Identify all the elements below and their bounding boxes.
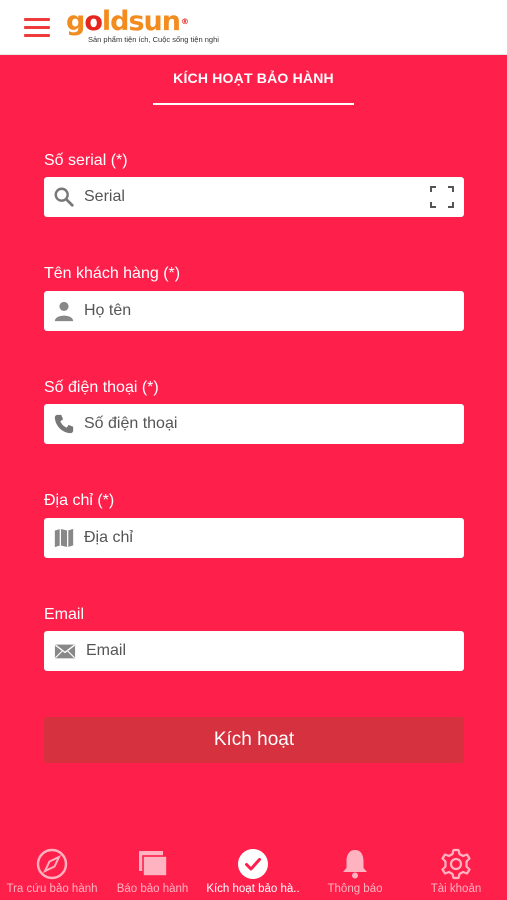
scan-icon[interactable] xyxy=(430,186,454,208)
search-icon xyxy=(54,187,74,207)
email-input[interactable] xyxy=(86,631,446,671)
menu-icon[interactable] xyxy=(24,18,50,38)
cards-icon xyxy=(138,851,168,877)
serial-label: Số serial (*) xyxy=(44,152,128,169)
address-label: Địa chỉ (*) xyxy=(44,492,115,509)
bottom-tab-bar: Tra cứu bảo hành Báo bảo hành Kích hoạt … xyxy=(0,842,507,900)
phone-label: Số điện thoại (*) xyxy=(44,379,159,396)
phone-icon xyxy=(54,414,74,434)
activation-form-screen: KÍCH HOẠT BẢO HÀNH Số serial (*) Tên khá… xyxy=(0,55,507,842)
check-circle-icon xyxy=(238,849,268,879)
phone-field-box xyxy=(44,404,464,444)
tab-label: Báo bảo hành xyxy=(116,883,189,895)
envelope-icon xyxy=(54,644,76,659)
phone-input[interactable] xyxy=(84,404,444,444)
tab-label: Tài khoản xyxy=(430,883,482,895)
serial-field-box xyxy=(44,177,464,217)
title-underline xyxy=(153,103,354,105)
activate-button[interactable]: Kích hoạt xyxy=(44,717,464,763)
serial-input[interactable] xyxy=(84,177,444,217)
page-title: KÍCH HOẠT BẢO HÀNH xyxy=(173,70,334,86)
tab-label: Thông báo xyxy=(327,883,383,895)
name-input[interactable] xyxy=(84,291,444,331)
tab-label: Tra cứu bảo hành xyxy=(6,883,98,895)
tab-label: Kích hoạt bảo hà.. xyxy=(206,883,300,895)
email-field-box xyxy=(44,631,464,671)
email-label: Email xyxy=(44,606,85,623)
compass-icon xyxy=(36,848,68,880)
tab-activate-warranty[interactable]: Kích hoạt bảo hà.. xyxy=(201,842,305,900)
gear-icon xyxy=(441,848,471,880)
tab-account[interactable]: Tài khoản xyxy=(405,842,507,900)
logo-slogan: Sản phẩm tiện ích, Cuộc sống tiện nghi xyxy=(88,35,219,44)
goldsun-logo: goldsun® Sản phẩm tiện ích, Cuộc sống ti… xyxy=(66,6,219,45)
map-icon xyxy=(54,528,74,548)
address-field-box xyxy=(44,518,464,558)
tab-notifications[interactable]: Thông báo xyxy=(305,842,405,900)
address-input[interactable] xyxy=(84,518,444,558)
name-field-box xyxy=(44,291,464,331)
tab-report-warranty[interactable]: Báo bảo hành xyxy=(104,842,201,900)
app-header: goldsun® Sản phẩm tiện ích, Cuộc sống ti… xyxy=(0,0,507,55)
bell-icon xyxy=(343,850,367,879)
tab-warranty-lookup[interactable]: Tra cứu bảo hành xyxy=(0,842,104,900)
user-icon xyxy=(54,301,74,322)
name-label: Tên khách hàng (*) xyxy=(44,265,181,282)
